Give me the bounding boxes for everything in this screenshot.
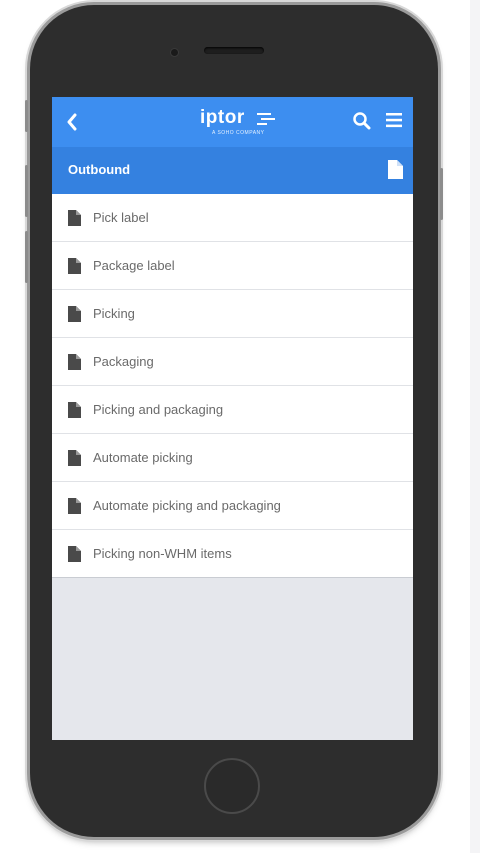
speaker-grille [204,47,264,54]
list-item-packaging[interactable]: Packaging [52,338,413,386]
list-item-label: Packaging [93,354,154,369]
phone-frame: iptor A SOHO COMPANY Outbound Pick label… [25,5,443,837]
phone-screen: iptor A SOHO COMPANY Outbound Pick label… [52,97,413,740]
volume-down-button [25,231,28,283]
list-item-label: Picking non-WHM items [93,546,232,561]
hamburger-menu-icon [386,113,402,128]
list-item-label: Picking and packaging [93,402,224,417]
list-item-pick-label[interactable]: Pick label [52,194,413,242]
document-icon [68,449,81,466]
list-item-picking-and-packaging[interactable]: Picking and packaging [52,386,413,434]
document-icon [68,401,81,418]
list-item-label: Picking [93,306,135,321]
list-item-automate-picking-and-packaging[interactable]: Automate picking and packaging [52,482,413,530]
list-item-label: Pick label [93,210,149,225]
section-header: Outbound [52,147,413,194]
document-icon [68,305,81,322]
front-camera [171,49,178,56]
document-icon [68,497,81,514]
list-item-label: Automate picking [93,450,193,465]
search-icon [353,112,371,130]
list-item-picking-non-whm-items[interactable]: Picking non-WHM items [52,530,413,578]
list-item-label: Package label [93,258,175,273]
iptor-logo: iptor A SOHO COMPANY [200,107,280,137]
document-icon [68,353,81,370]
logo-text: iptor [200,107,245,128]
section-title: Outbound [68,162,131,177]
power-button [440,168,443,220]
volume-up-button [25,165,28,217]
back-button[interactable] [62,110,82,134]
logo-lines-icon [257,113,275,125]
list-item-automate-picking[interactable]: Automate picking [52,434,413,482]
menu-button[interactable] [385,111,407,133]
document-icon [68,545,81,562]
document-icon [68,209,81,226]
home-button[interactable] [204,758,260,814]
chevron-left-icon [67,113,77,131]
logo-subtext: A SOHO COMPANY [212,130,265,136]
menu-list: Pick label Package label Picking Packagi… [52,194,413,578]
search-button[interactable] [352,111,374,133]
background-strip [470,0,480,853]
list-item-picking[interactable]: Picking [52,290,413,338]
list-item-label: Automate picking and packaging [93,498,281,513]
list-item-package-label[interactable]: Package label [52,242,413,290]
document-icon[interactable] [387,160,403,179]
app-header: iptor A SOHO COMPANY [52,97,413,147]
mute-switch [25,100,28,132]
document-icon [68,257,81,274]
